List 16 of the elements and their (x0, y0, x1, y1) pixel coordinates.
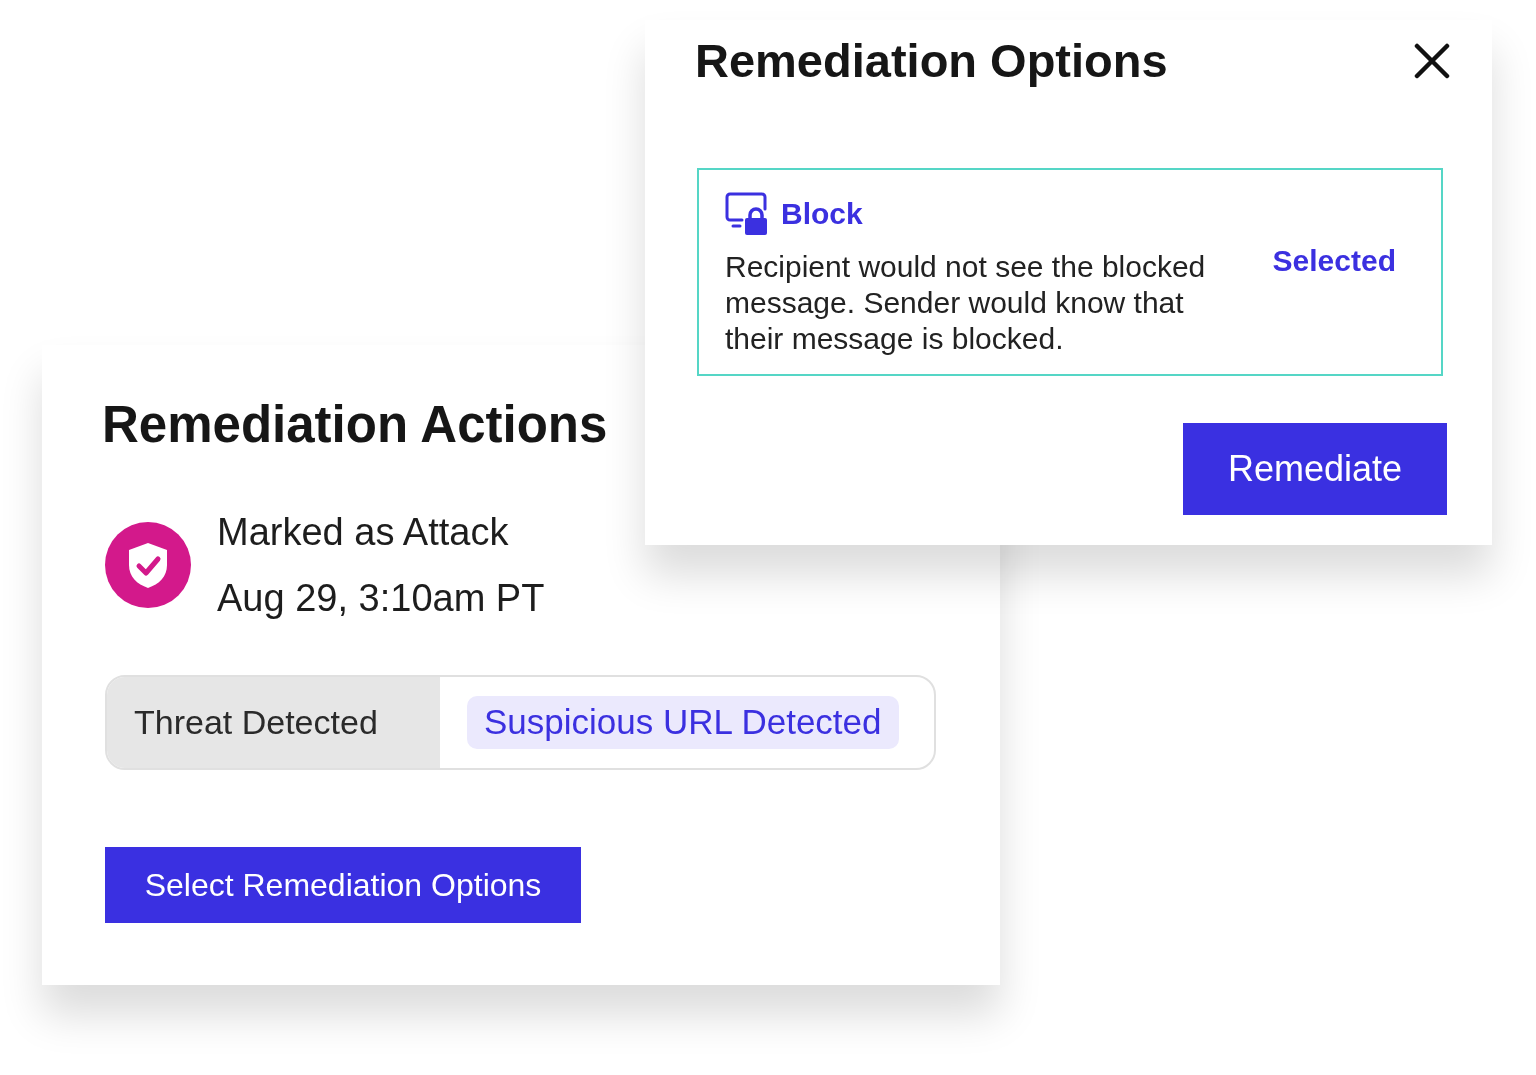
event-timestamp: Aug 29, 3:10am PT (217, 576, 545, 620)
monitor-lock-icon (725, 192, 769, 236)
close-button[interactable] (1414, 43, 1450, 79)
suspicious-url-tag: Suspicious URL Detected (467, 696, 899, 749)
option-description: Recipient would not see the blocked message. Sender would know that their message is blocked. (725, 249, 1207, 357)
event-title: Marked as Attack (217, 510, 509, 554)
dialog-title: Remediation Options (695, 34, 1168, 88)
select-remediation-options-button[interactable]: Select Remediation Options (105, 847, 581, 923)
option-title: Block (781, 196, 863, 232)
card-title: Remediation Actions (102, 395, 608, 455)
close-icon (1414, 43, 1450, 79)
remediation-option[interactable]: Block Recipient would not see the blocked message. Sender would know that their message is blocked. Selected (697, 168, 1443, 376)
option-status: Selected (1272, 243, 1396, 279)
threat-label: Threat Detected (107, 677, 440, 768)
remediate-button[interactable]: Remediate (1183, 423, 1447, 515)
shield-check-icon (105, 522, 191, 608)
